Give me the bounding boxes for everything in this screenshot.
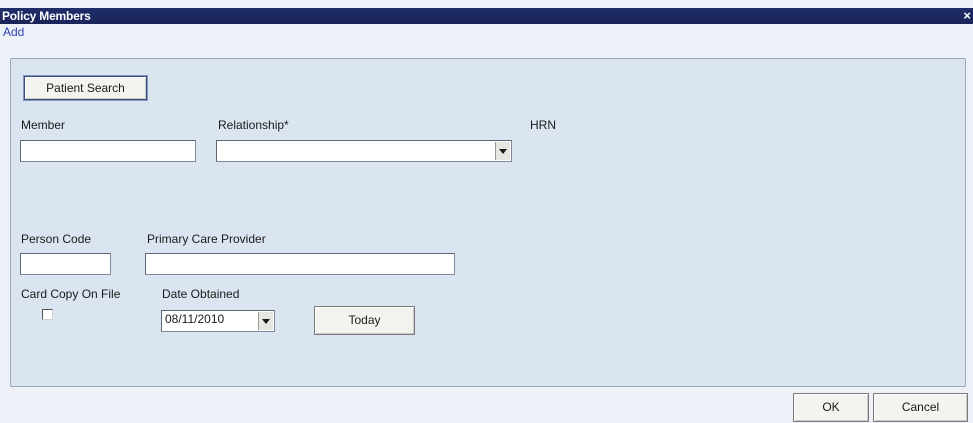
date-obtained-label: Date Obtained [162, 287, 240, 301]
person-code-label: Person Code [21, 232, 92, 246]
relationship-select[interactable] [216, 140, 512, 162]
chevron-down-icon [262, 318, 270, 324]
chevron-down-icon [499, 148, 507, 154]
hrn-label: HRN [530, 118, 556, 132]
person-code-input[interactable] [20, 253, 111, 275]
title-bar: Policy Members × [0, 8, 973, 24]
patient-search-button[interactable]: Patient Search [23, 75, 148, 101]
form-panel [10, 58, 966, 387]
close-icon[interactable]: × [963, 8, 971, 23]
card-copy-on-file-checkbox[interactable] [42, 309, 53, 320]
window-title: Policy Members [2, 9, 91, 23]
ok-button[interactable]: OK [793, 393, 869, 422]
relationship-label: Relationship* [218, 118, 289, 132]
menu-bar: Add [0, 24, 973, 40]
primary-care-provider-input[interactable] [145, 253, 455, 275]
member-label: Member [21, 118, 66, 132]
today-button[interactable]: Today [314, 306, 415, 335]
primary-care-provider-label: Primary Care Provider [147, 232, 266, 246]
member-input[interactable] [20, 140, 196, 162]
card-copy-on-file-label: Card Copy On File [21, 287, 121, 301]
menu-item-add[interactable]: Add [3, 25, 24, 39]
relationship-dropdown-arrow[interactable] [495, 142, 510, 160]
date-dropdown-arrow[interactable] [258, 312, 273, 330]
date-obtained-value: 08/11/2010 [165, 312, 225, 326]
cancel-button[interactable]: Cancel [873, 393, 968, 422]
date-obtained-picker[interactable]: 08/11/2010 [161, 310, 275, 332]
